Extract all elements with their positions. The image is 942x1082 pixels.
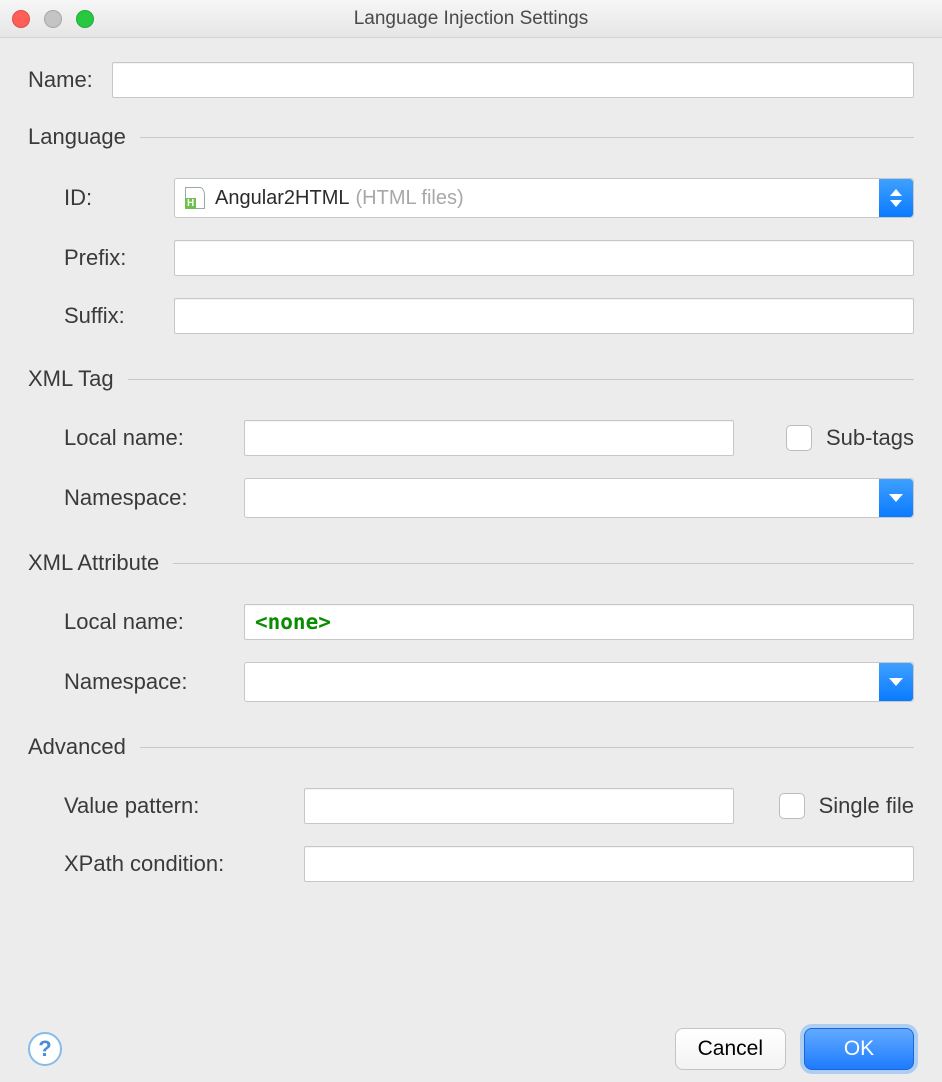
section-advanced: Advanced [28,734,914,760]
ok-button[interactable]: OK [804,1028,914,1070]
value-pattern-input[interactable] [304,788,734,824]
section-language-label: Language [28,124,140,150]
xmltag-namespace-combo[interactable] [244,478,914,518]
window-title: Language Injection Settings [354,8,589,30]
divider [140,747,914,748]
divider [173,563,914,564]
value-pattern-label: Value pattern: [64,793,304,819]
section-advanced-label: Advanced [28,734,140,760]
subtags-checkbox[interactable] [786,425,812,451]
xmlattr-namespace-label: Namespace: [64,669,244,695]
id-label: ID: [64,185,174,211]
close-window-icon[interactable] [12,10,30,28]
chevron-down-icon [879,663,913,701]
single-file-label: Single file [819,793,914,819]
section-xml-tag-label: XML Tag [28,366,128,392]
id-value: Angular2HTML [215,187,350,210]
name-input[interactable] [112,62,914,98]
id-hint: (HTML files) [356,187,464,210]
xmltag-namespace-label: Namespace: [64,485,244,511]
section-xml-tag: XML Tag [28,366,914,392]
xmlattr-localname-label: Local name: [64,609,244,635]
titlebar: Language Injection Settings [0,0,942,38]
dialog-footer: ? Cancel OK [28,1028,914,1070]
xpath-input[interactable] [304,846,914,882]
name-label: Name: [28,67,112,93]
section-xml-attribute-label: XML Attribute [28,550,173,576]
divider [128,379,914,380]
minimize-window-icon[interactable] [44,10,62,28]
subtags-label: Sub-tags [826,425,914,451]
xmlattr-localname-input[interactable] [244,604,914,640]
single-file-checkbox[interactable] [779,793,805,819]
xpath-label: XPath condition: [64,851,304,877]
window-controls [12,10,94,28]
id-combo[interactable]: Angular2HTML (HTML files) [174,178,914,218]
chevron-updown-icon [879,179,913,217]
html-file-icon [185,187,205,209]
xmltag-localname-input[interactable] [244,420,734,456]
prefix-label: Prefix: [64,245,174,271]
xmltag-localname-label: Local name: [64,425,244,451]
cancel-button[interactable]: Cancel [675,1028,786,1070]
section-xml-attribute: XML Attribute [28,550,914,576]
prefix-input[interactable] [174,240,914,276]
divider [140,137,914,138]
section-language: Language [28,124,914,150]
suffix-input[interactable] [174,298,914,334]
help-button[interactable]: ? [28,1032,62,1066]
chevron-down-icon [879,479,913,517]
zoom-window-icon[interactable] [76,10,94,28]
xmlattr-namespace-combo[interactable] [244,662,914,702]
suffix-label: Suffix: [64,303,174,329]
